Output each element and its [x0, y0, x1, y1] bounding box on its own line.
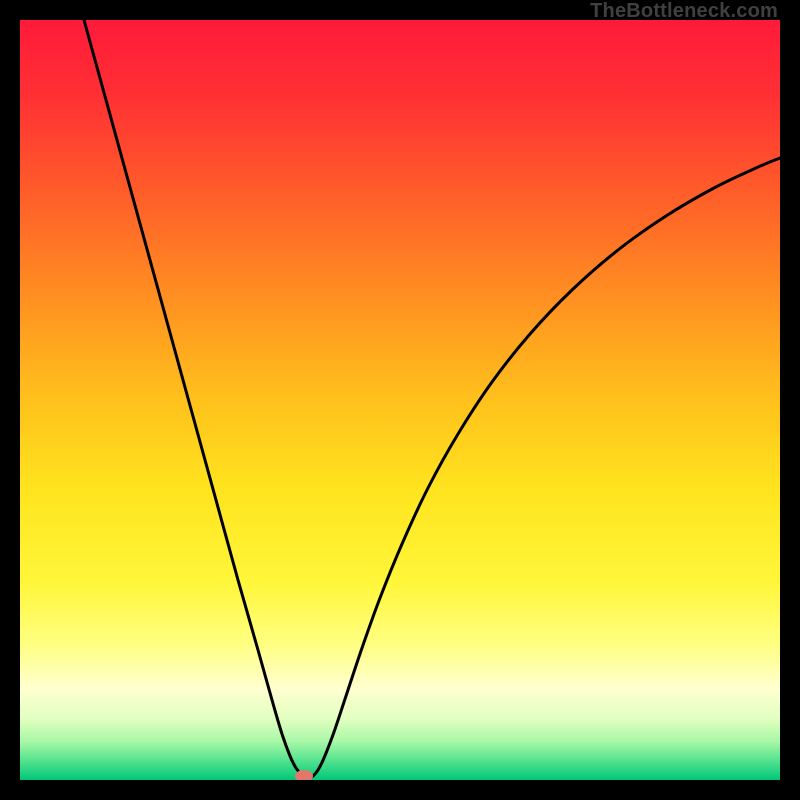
gradient-background: [20, 20, 780, 780]
chart-frame: [20, 20, 780, 780]
bottleneck-chart: [20, 20, 780, 780]
watermark-text: TheBottleneck.com: [590, 0, 778, 23]
